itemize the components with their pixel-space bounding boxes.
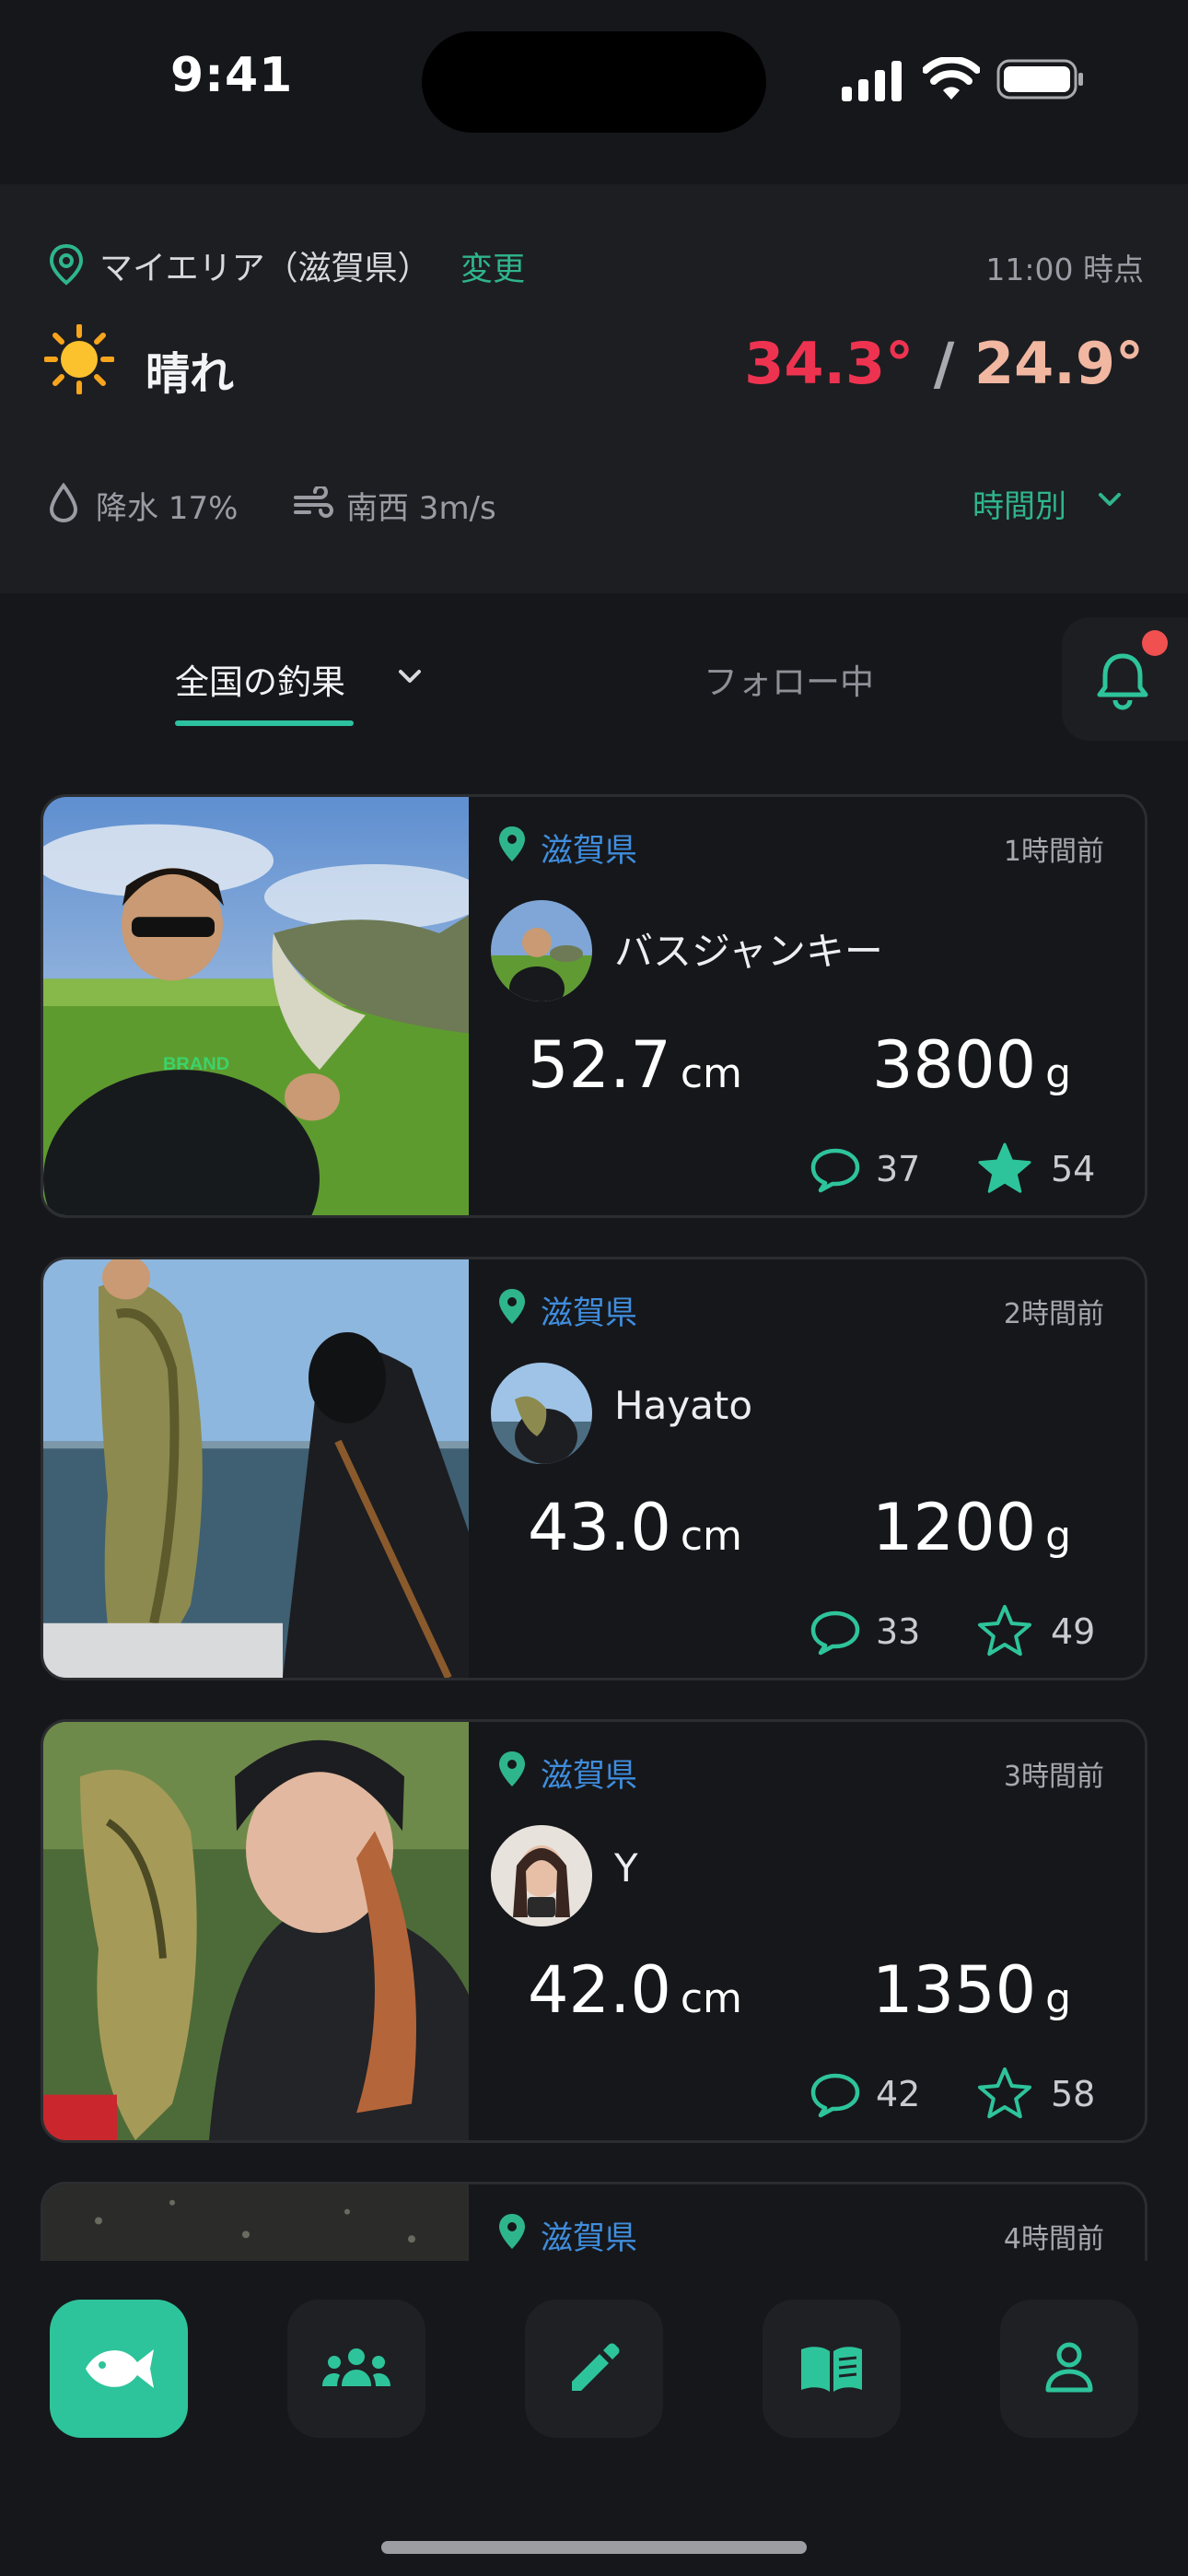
catch-card[interactable]: 滋賀県 2時間前 Hayato 43.0 cm 1200 g 33 49	[41, 1257, 1147, 1680]
temperature-range: 34.3° / 24.9°	[744, 330, 1144, 397]
temp-high: 34.3°	[744, 330, 914, 397]
tab-national-results[interactable]: 全国の釣果	[175, 654, 345, 704]
fish-icon	[86, 2349, 154, 2388]
temp-separator: /	[933, 330, 955, 397]
prefecture-link[interactable]: 滋賀県	[541, 1750, 637, 1797]
svg-text:BRAND: BRAND	[163, 1054, 229, 1074]
sun-icon	[44, 324, 114, 394]
avatar[interactable]	[491, 900, 592, 1001]
location-pin-icon	[499, 1751, 525, 1786]
nav-catches[interactable]	[50, 2300, 188, 2438]
wifi-icon	[923, 57, 980, 100]
status-bar: 9:41	[0, 0, 1188, 184]
comment-count: 37	[876, 1149, 921, 1189]
star-outline-icon[interactable]	[977, 1604, 1032, 1657]
profile-icon	[1045, 2342, 1093, 2393]
dynamic-island	[422, 31, 766, 133]
tab-active-indicator	[175, 720, 354, 726]
username[interactable]: バスジャンキー	[614, 920, 883, 977]
nav-profile[interactable]	[1000, 2300, 1138, 2438]
catch-weight: 1200 g	[872, 1490, 1072, 1565]
nav-guide[interactable]	[763, 2300, 901, 2438]
nav-community[interactable]	[287, 2300, 425, 2438]
favorite-count: 54	[1051, 1149, 1096, 1189]
catch-photo[interactable]: BRAND	[43, 797, 469, 1215]
hourly-toggle[interactable]: 時間別	[973, 479, 1147, 525]
notification-badge	[1142, 630, 1168, 656]
nav-post[interactable]	[525, 2300, 663, 2438]
prefecture-link[interactable]: 滋賀県	[541, 1287, 637, 1334]
bell-icon	[1097, 653, 1148, 710]
catch-length: 52.7 cm	[528, 1027, 742, 1103]
chevron-down-icon[interactable]	[396, 665, 424, 687]
catch-weight: 1350 g	[872, 1952, 1072, 2028]
posted-ago: 4時間前	[1003, 2223, 1104, 2255]
community-icon	[322, 2348, 390, 2386]
wind: 南西 3m/s	[346, 490, 496, 527]
comment-icon[interactable]	[809, 1147, 861, 1193]
star-outline-icon[interactable]	[977, 2067, 1032, 2120]
posted-ago: 2時間前	[1003, 1298, 1104, 1330]
location-pin-icon	[499, 826, 525, 861]
avatar[interactable]	[491, 1825, 592, 1926]
posted-ago: 1時間前	[1003, 836, 1104, 868]
prefecture-link[interactable]: 滋賀県	[541, 2212, 637, 2259]
comment-count: 33	[876, 1611, 921, 1652]
catch-length: 42.0 cm	[528, 1952, 742, 2028]
location-pin-icon	[49, 243, 84, 286]
precipitation: 降水 17%	[96, 490, 239, 527]
tab-following[interactable]: フォロー中	[704, 654, 874, 704]
catch-weight: 3800 g	[872, 1027, 1072, 1103]
catch-card[interactable]: BRAND 滋賀県 1時間前 バスジャンキー 52.7 cm 3800 g 37 5…	[41, 794, 1147, 1218]
comment-count: 42	[876, 2074, 921, 2114]
status-time: 9:41	[170, 48, 294, 103]
username[interactable]: Y	[614, 1845, 638, 1891]
book-icon	[801, 2347, 862, 2392]
star-icon[interactable]	[977, 1142, 1032, 1195]
comment-icon[interactable]	[809, 2072, 861, 2118]
edit-icon	[572, 2343, 620, 2391]
change-area-link[interactable]: 変更	[460, 243, 525, 290]
username[interactable]: Hayato	[614, 1383, 752, 1428]
catch-photo[interactable]	[43, 1722, 469, 2140]
home-indicator[interactable]	[381, 2541, 807, 2554]
temp-low: 24.9°	[974, 330, 1144, 397]
weather-card: マイエリア（滋賀県） 変更 11:00 時点 晴れ 34.3° / 24.9° …	[0, 184, 1188, 593]
favorite-count: 49	[1051, 1611, 1096, 1652]
favorite-count: 58	[1051, 2074, 1096, 2114]
notification-button[interactable]	[1062, 617, 1188, 741]
location-pin-icon	[499, 2214, 525, 2249]
wind-icon	[294, 486, 333, 518]
catch-card[interactable]: 滋賀県 3時間前 Y 42.0 cm 1350 g 42 58	[41, 1719, 1147, 2143]
signal-icon	[842, 61, 902, 101]
comment-icon[interactable]	[809, 1610, 861, 1656]
prefecture-link[interactable]: 滋賀県	[541, 825, 637, 872]
posted-ago: 3時間前	[1003, 1761, 1104, 1793]
location-pin-icon	[499, 1289, 525, 1324]
chevron-down-icon	[1099, 493, 1121, 506]
catch-length: 43.0 cm	[528, 1490, 742, 1565]
raindrop-icon	[49, 483, 78, 523]
weather-condition: 晴れ	[146, 348, 235, 400]
area-label: マイエリア（滋賀県）	[99, 250, 431, 287]
battery-icon	[996, 59, 1083, 100]
hourly-label: 時間別	[973, 488, 1066, 525]
catch-photo[interactable]	[43, 1259, 469, 1678]
as-of-time: 11:00 時点	[985, 252, 1144, 287]
avatar[interactable]	[491, 1363, 592, 1464]
